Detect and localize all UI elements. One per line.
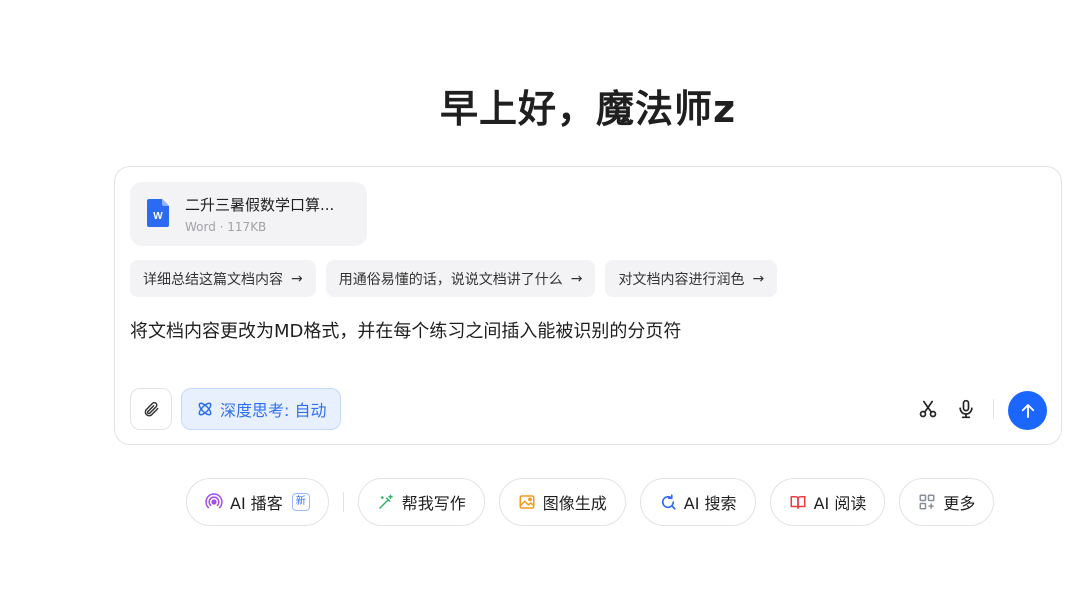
feature-label: 图像生成 — [542, 494, 607, 513]
suggestion-label: 用通俗易懂的话，说说文档讲了什么 — [338, 271, 563, 288]
microphone-icon — [959, 399, 973, 419]
feature-label: 更多 — [943, 494, 976, 513]
toolbar-divider — [993, 399, 994, 419]
image-icon — [519, 495, 535, 509]
arrow-up-icon — [1021, 403, 1034, 418]
scissors-icon — [919, 400, 937, 418]
pen-sparkle-icon — [379, 494, 393, 509]
search-refresh-icon — [661, 494, 676, 510]
feature-more[interactable]: 更多 — [899, 478, 995, 526]
podcast-icon — [205, 493, 223, 509]
deep-think-label: 深度思考: 自动 — [220, 401, 327, 420]
feature-ai-podcast[interactable]: AI 播客 新 — [186, 478, 329, 526]
deep-think-toggle[interactable]: 深度思考: 自动 — [181, 388, 342, 430]
suggestion-label: 对文档内容进行润色 — [618, 271, 745, 288]
word-icon-letter: W — [153, 211, 163, 222]
file-meta: Word · 117KB — [185, 220, 267, 234]
word-doc-icon: W — [147, 199, 169, 227]
atom-icon — [198, 402, 212, 416]
feature-writing[interactable]: 帮我写作 — [357, 478, 485, 526]
paperclip-icon — [144, 401, 159, 417]
scissors-button[interactable] — [917, 398, 939, 420]
suggestion-summarize[interactable]: 详细总结这篇文档内容 → — [130, 260, 316, 297]
arrow-right-icon: → — [752, 270, 765, 287]
feature-label: 帮我写作 — [401, 494, 466, 513]
attached-file-chip[interactable]: W 二升三暑假数学口算... Word · 117KB — [130, 182, 367, 246]
arrow-right-icon: → — [570, 270, 583, 287]
suggestion-polish[interactable]: 对文档内容进行润色 → — [605, 260, 778, 297]
grid-icon — [919, 494, 935, 510]
chat-input-card: W 二升三暑假数学口算... Word · 117KB 详细总结这篇文档内容 →… — [114, 166, 1062, 445]
greeting-title: 早上好，魔法师z — [439, 87, 737, 131]
book-icon — [790, 496, 806, 509]
feature-ai-reading[interactable]: AI 阅读 — [769, 478, 886, 526]
suggestion-explain[interactable]: 用通俗易懂的话，说说文档讲了什么 → — [325, 260, 596, 297]
feature-divider — [342, 492, 344, 512]
feature-image-gen[interactable]: 图像生成 — [498, 478, 626, 526]
feature-ai-search[interactable]: AI 搜索 — [639, 478, 756, 526]
suggestion-label: 详细总结这篇文档内容 — [143, 271, 283, 288]
feature-label: AI 阅读 — [813, 494, 867, 513]
feature-bar: AI 播客 新 帮我写作 图像生成 AI 搜索 AI 阅读 更多 — [186, 478, 995, 526]
prompt-input[interactable]: 将文档内容更改为MD格式，并在每个练习之间插入能被识别的分页符 — [130, 317, 681, 343]
feature-label: AI 搜索 — [683, 494, 737, 513]
arrow-right-icon: → — [291, 270, 303, 287]
suggestion-list: 详细总结这篇文档内容 → 用通俗易懂的话，说说文档讲了什么 → 对文档内容进行润… — [130, 260, 778, 297]
file-name: 二升三暑假数学口算... — [185, 196, 335, 214]
microphone-button[interactable] — [955, 398, 977, 420]
send-button[interactable] — [1008, 391, 1047, 430]
attach-button[interactable] — [130, 388, 172, 430]
new-badge: 新 — [291, 493, 310, 511]
feature-label: AI 播客 — [230, 494, 283, 513]
